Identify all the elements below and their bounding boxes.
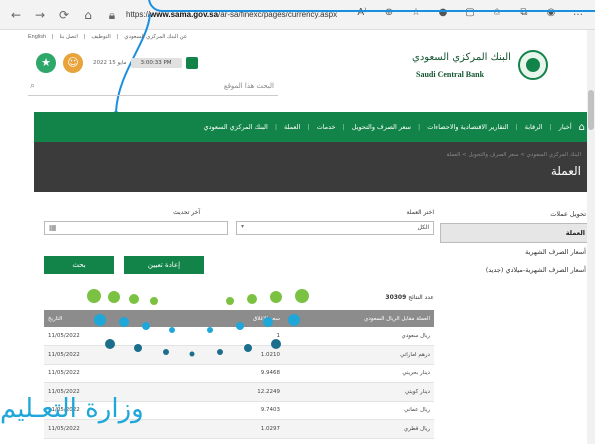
star-button[interactable]: ★ bbox=[36, 53, 56, 73]
reset-button[interactable]: إعادة تعيين bbox=[124, 256, 204, 274]
utility-links: English | اتصل بنا | التوظيف | عن البنك … bbox=[28, 34, 187, 40]
util-link[interactable]: عن البنك المركزي السعودي bbox=[124, 34, 187, 40]
util-link[interactable]: English bbox=[28, 34, 46, 40]
update-label: آخر تحديث bbox=[173, 209, 200, 216]
refresh-icon[interactable]: ⟳ bbox=[56, 7, 72, 23]
sidebar-item-currency[interactable]: العملة bbox=[440, 223, 590, 243]
result-count-label: عدد النتائج bbox=[408, 294, 434, 301]
calendar-icon[interactable]: ▦ bbox=[49, 223, 57, 232]
nav-separator: | bbox=[418, 123, 421, 131]
nav-separator: | bbox=[549, 123, 552, 131]
logo-emblem-icon bbox=[518, 50, 548, 80]
time-text: 3:00:33 PM bbox=[130, 58, 182, 68]
row-value: 9.9468 bbox=[164, 364, 284, 383]
row-value: 1.0297 bbox=[164, 419, 284, 439]
sidebar-item-convert[interactable]: تحويل عملات bbox=[440, 205, 590, 223]
row-date: 11/05/2022 bbox=[44, 364, 164, 383]
accessibility-button[interactable]: ☺ bbox=[63, 53, 83, 73]
nav-item-reports[interactable]: التقارير الاقتصادية والاحصاءات bbox=[427, 123, 508, 131]
forward-icon[interactable]: → bbox=[32, 7, 48, 23]
date-text: 2022 مايو 15 bbox=[93, 60, 127, 66]
nav-item-supervision[interactable]: الرقابة bbox=[525, 123, 543, 131]
nav-item-exchange[interactable]: سعر الصرف والتحويل bbox=[352, 123, 411, 131]
util-separator: | bbox=[52, 34, 54, 40]
update-date-field[interactable]: ▦ bbox=[44, 221, 228, 235]
row-currency: ريال عماني bbox=[284, 401, 434, 420]
site-search[interactable]: ⌕ البحث هذا الموقع bbox=[28, 80, 278, 96]
row-value: 12.2249 bbox=[164, 382, 284, 402]
main-navigation: ⌂ أخبار | الرقابة | التقارير الاقتصادية … bbox=[34, 112, 595, 142]
row-value: 9.7403 bbox=[164, 401, 284, 420]
nav-item-currency[interactable]: العملة bbox=[284, 123, 300, 131]
sidebar-item-monthly-rates[interactable]: أسعار الصرف الشهرية bbox=[440, 243, 590, 261]
search-icon[interactable]: ⌕ bbox=[30, 81, 35, 91]
nav-separator: | bbox=[342, 123, 345, 131]
ministry-logo-dots bbox=[87, 289, 309, 357]
home-nav-icon[interactable]: ⌂ bbox=[579, 122, 585, 133]
address-bar-callout bbox=[148, 0, 595, 12]
currency-select-value: الكل bbox=[417, 224, 429, 231]
util-separator: | bbox=[116, 34, 119, 40]
nav-separator: | bbox=[307, 123, 310, 131]
page-title: العملة bbox=[550, 164, 581, 178]
sidebar-menu: تحويل عملات العملة أسعار الصرف الشهرية أ… bbox=[440, 205, 590, 279]
sidebar-item-monthly-rates-new[interactable]: أسعار الصرف الشهرية-ميلادي (جديد) bbox=[440, 261, 590, 279]
search-input[interactable]: البحث هذا الموقع bbox=[224, 82, 274, 90]
row-currency: دينار كويتي bbox=[284, 382, 434, 402]
nav-item-services[interactable]: خدمات bbox=[317, 123, 336, 131]
calendar-icon[interactable] bbox=[185, 57, 198, 69]
currency-label: اختر العملة bbox=[406, 209, 434, 216]
page-scrollbar[interactable] bbox=[587, 30, 595, 444]
nav-item-central-bank[interactable]: البنك المركزي السعودي bbox=[204, 123, 268, 131]
row-currency: ريال قطري bbox=[284, 419, 434, 439]
row-currency: دينار بحريني bbox=[284, 364, 434, 383]
table-row: 11/05/2022 9.9468 دينار بحريني bbox=[44, 364, 434, 383]
nav-separator: | bbox=[274, 123, 278, 131]
util-link[interactable]: اتصل بنا bbox=[59, 34, 77, 40]
date-time-row: 2022 مايو 15 3:00:33 PM bbox=[93, 57, 198, 69]
page-banner: البنك المركزي السعودي > سعر الصرف والتحو… bbox=[34, 142, 595, 192]
chevron-down-icon: ▾ bbox=[241, 223, 245, 230]
home-icon[interactable]: ⌂ bbox=[80, 7, 96, 23]
person-icon: ☺ bbox=[67, 56, 79, 69]
star-icon: ★ bbox=[41, 56, 51, 69]
logo-text-english: Saudi Central Bank bbox=[416, 70, 485, 79]
util-separator: | bbox=[83, 34, 86, 40]
scrollbar-thumb[interactable] bbox=[588, 90, 594, 130]
nav-item-news[interactable]: أخبار bbox=[559, 123, 572, 131]
logo-text-arabic: البنك المركزي السعودي bbox=[412, 52, 511, 63]
sama-logo[interactable]: البنك المركزي السعودي Saudi Central Bank bbox=[408, 48, 558, 88]
breadcrumb[interactable]: البنك المركزي السعودي > سعر الصرف والتحو… bbox=[446, 152, 581, 158]
nav-separator: | bbox=[515, 123, 518, 131]
util-link[interactable]: التوظيف bbox=[91, 34, 110, 40]
search-button[interactable]: بحث bbox=[44, 256, 114, 274]
back-icon[interactable]: ← bbox=[8, 7, 24, 23]
result-count: عدد النتائج 30309 bbox=[385, 294, 434, 301]
result-count-value: 30309 bbox=[385, 294, 407, 301]
ministry-watermark-text: وزارة التعـليم bbox=[0, 394, 144, 424]
currency-select[interactable]: ▾ الكل bbox=[236, 221, 434, 235]
